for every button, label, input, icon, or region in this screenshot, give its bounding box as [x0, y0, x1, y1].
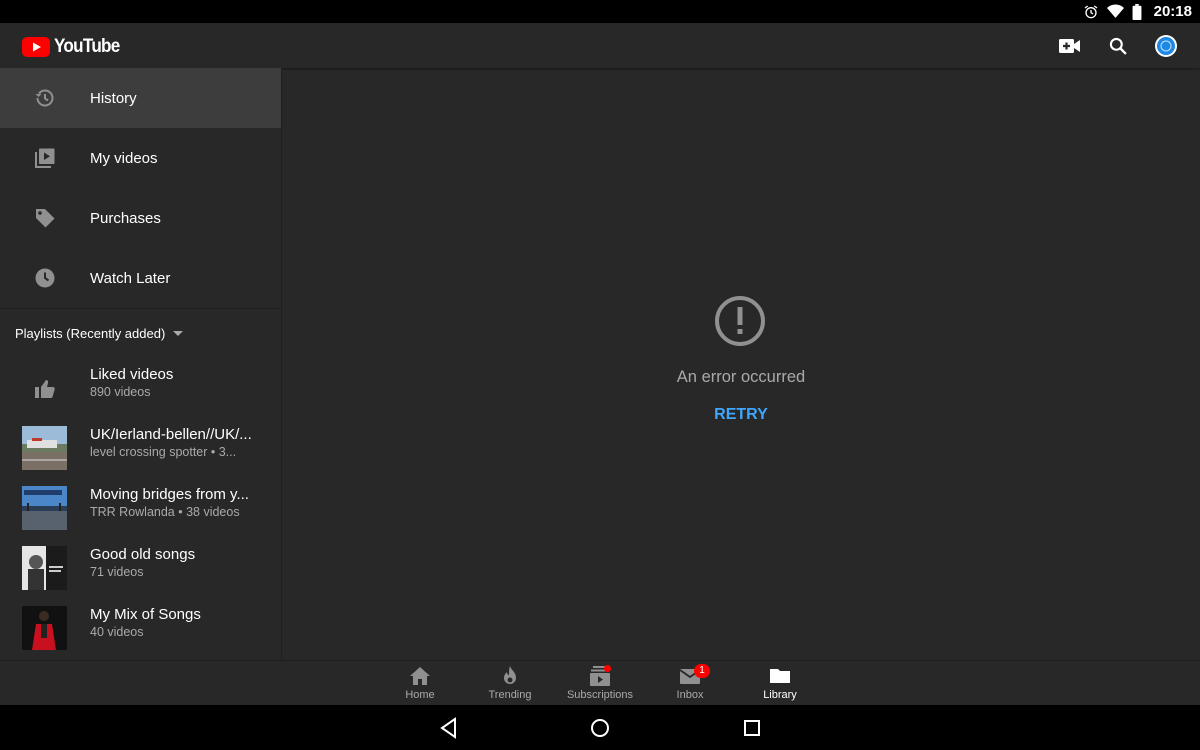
sidebar-item-purchases[interactable]: Purchases — [0, 188, 281, 248]
status-time: 20:18 — [1153, 3, 1192, 20]
playlist-title: My Mix of Songs — [90, 606, 201, 623]
bottom-navigation: Home Trending Subscriptions 1 Inbox Libr… — [0, 660, 1200, 706]
sidebar-item-watch-later[interactable]: Watch Later — [0, 248, 281, 308]
app-bar: YouTube — [0, 23, 1200, 68]
playlist-thumbnail — [22, 486, 67, 530]
home-circle-icon[interactable] — [588, 716, 612, 740]
sidebar-item-label: Watch Later — [90, 269, 171, 287]
playlist-subtitle: 40 videos — [90, 625, 144, 639]
chevron-down-icon — [173, 331, 184, 336]
playlist-thumbnail — [22, 606, 67, 650]
playlist-title: UK/Ierland-bellen//UK/... — [90, 426, 252, 443]
sidebar-item-label: History — [90, 89, 137, 107]
playlist-item[interactable]: UK/Ierland-bellen//UK/... level crossing… — [0, 418, 281, 478]
tab-subscriptions[interactable]: Subscriptions — [555, 661, 645, 706]
folder-icon — [770, 669, 790, 683]
video-camera-add-icon — [1059, 38, 1080, 53]
playlist-subtitle: 71 videos — [90, 565, 144, 579]
playlists-sort-dropdown[interactable]: Playlists (Recently added) — [0, 309, 281, 358]
recents-icon[interactable] — [740, 716, 764, 740]
playlist-title: Moving bridges from y... — [90, 486, 249, 503]
tab-label: Inbox — [676, 689, 704, 701]
playlist-title: Liked videos — [90, 366, 174, 383]
main-content: An error occurred RETRY — [282, 68, 1200, 660]
search-icon — [1109, 37, 1127, 55]
alarm-icon — [1084, 4, 1098, 18]
playlist-subtitle: TRR Rowlanda • 38 videos — [90, 505, 240, 519]
tab-library[interactable]: Library — [735, 661, 825, 706]
account-button[interactable] — [1154, 34, 1178, 58]
error-exclamation-icon — [715, 296, 765, 346]
avatar — [1155, 34, 1177, 57]
status-bar: 20:18 — [0, 0, 1200, 23]
sidebar-item-label: Purchases — [90, 209, 161, 227]
system-navigation-bar — [0, 705, 1200, 750]
playlist-item[interactable]: Good old songs 71 videos — [0, 538, 281, 598]
wifi-icon — [1106, 4, 1124, 18]
flame-icon — [504, 666, 516, 684]
playlist-thumbnail — [22, 426, 67, 470]
tab-label: Library — [763, 689, 797, 701]
upload-video-button[interactable] — [1058, 34, 1082, 58]
playlist-subtitle: level crossing spotter • 3... — [90, 445, 237, 459]
playlist-thumbnail — [22, 546, 67, 590]
tab-label: Home — [405, 689, 435, 701]
playlists-header: Playlists (Recently added) — [15, 326, 166, 341]
playlist-item[interactable]: Moving bridges from y... TRR Rowlanda • … — [0, 478, 281, 538]
sidebar-item-label: My videos — [90, 149, 158, 167]
tab-trending[interactable]: Trending — [465, 661, 555, 706]
search-button[interactable] — [1106, 34, 1130, 58]
youtube-play-icon — [22, 37, 50, 57]
history-icon — [35, 89, 54, 107]
retry-button[interactable]: RETRY — [282, 406, 1200, 424]
inbox-count-badge: 1 — [694, 664, 710, 678]
tab-label: Subscriptions — [566, 689, 634, 701]
playlist-subtitle: 890 videos — [90, 385, 151, 399]
library-sidebar: History My videos Purchases Watch Later … — [0, 68, 282, 660]
sidebar-item-my-videos[interactable]: My videos — [0, 128, 281, 188]
playlist-item[interactable]: My Mix of Songs 40 videos — [0, 598, 281, 658]
home-icon — [410, 667, 430, 685]
youtube-logo[interactable]: YouTube — [22, 36, 127, 58]
playlist-item[interactable]: Liked videos 890 videos — [0, 358, 281, 418]
back-icon[interactable] — [437, 716, 461, 740]
tab-inbox[interactable]: 1 Inbox — [645, 661, 735, 706]
thumbs-up-icon — [35, 380, 55, 398]
tab-label: Trending — [488, 689, 532, 701]
sidebar-item-history[interactable]: History — [0, 68, 281, 128]
clock-icon — [35, 268, 55, 288]
notification-dot — [604, 665, 611, 672]
error-message: An error occurred — [676, 368, 806, 386]
my-videos-icon — [35, 148, 55, 168]
tag-icon — [36, 209, 55, 228]
youtube-wordmark: YouTube — [54, 36, 120, 57]
battery-icon — [1132, 3, 1142, 20]
tab-home[interactable]: Home — [375, 661, 465, 706]
playlist-title: Good old songs — [90, 546, 196, 563]
